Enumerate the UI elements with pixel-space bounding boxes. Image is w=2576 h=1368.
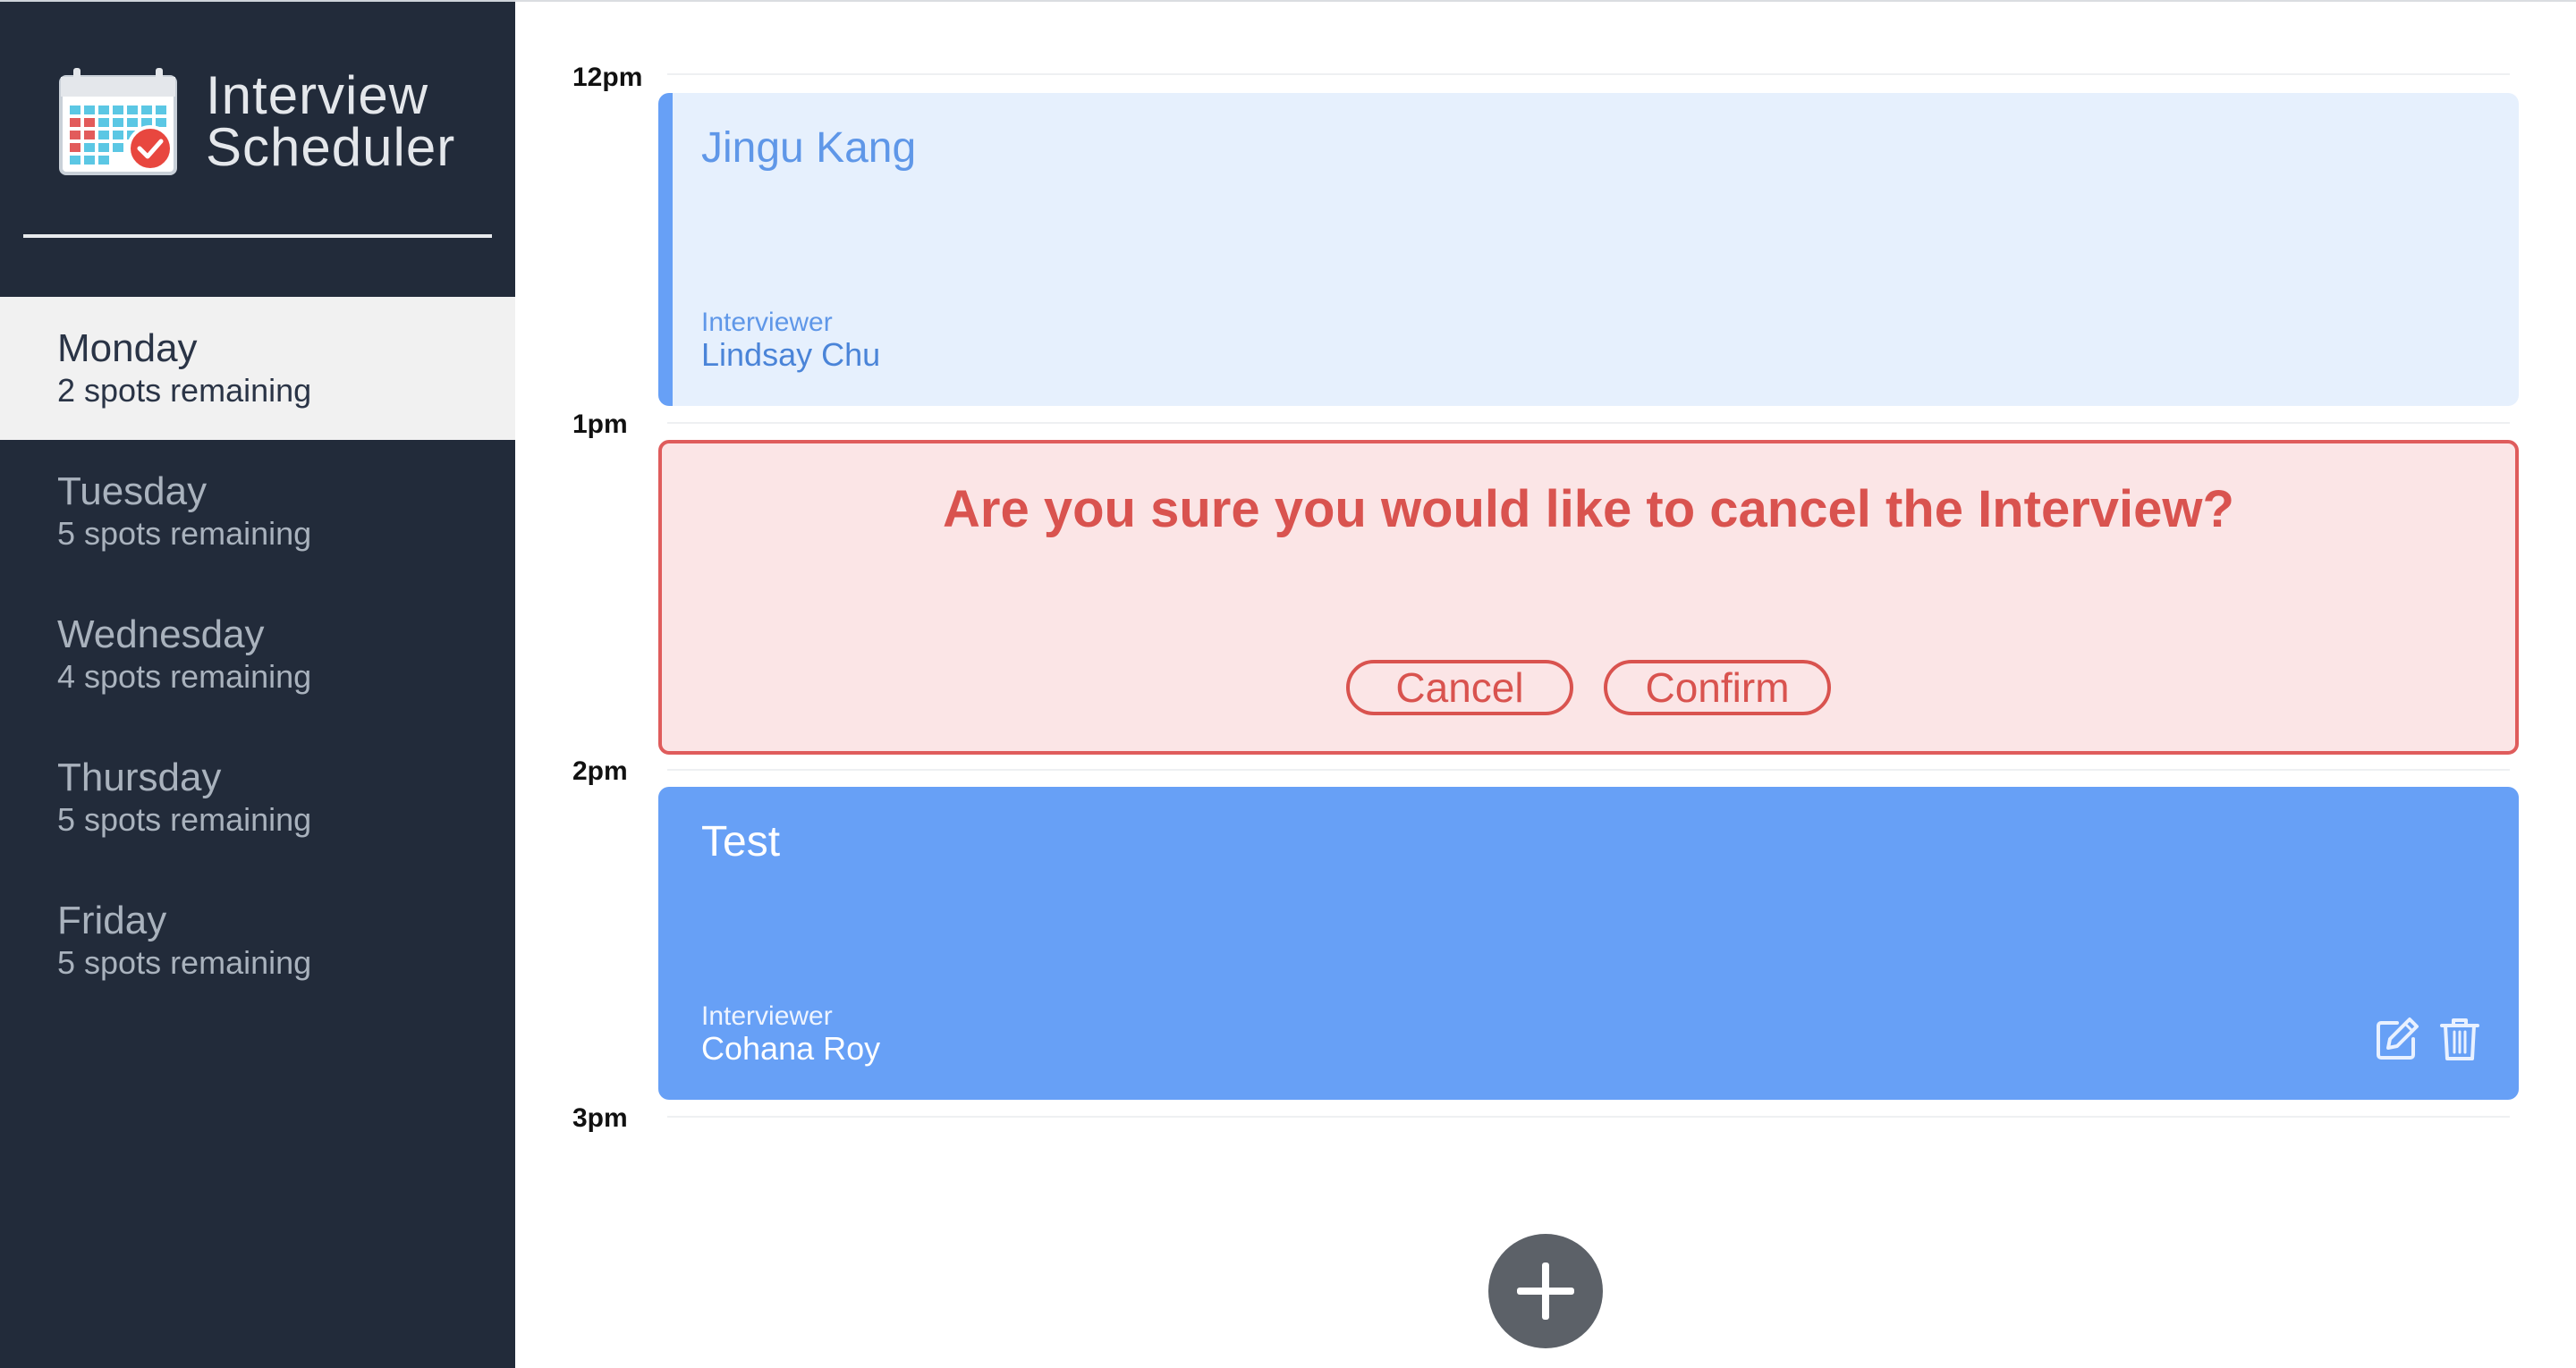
interviewer-label: Interviewer (701, 1001, 833, 1031)
calendar-check-icon (59, 68, 177, 175)
day-item-monday[interactable]: Monday 2 spots remaining (0, 297, 515, 440)
hour-divider (667, 73, 2510, 75)
day-spots: 4 spots remaining (57, 658, 312, 695)
day-name: Monday (57, 326, 198, 370)
student-name: Jingu Kang (701, 124, 917, 172)
appointment-card[interactable]: Test Interviewer Cohana Roy (658, 787, 2519, 1100)
student-name: Test (701, 818, 781, 866)
day-item-friday[interactable]: Friday 5 spots remaining (0, 869, 515, 1012)
trash-icon[interactable] (2436, 1016, 2483, 1062)
confirm-button[interactable]: Confirm (1604, 660, 1831, 715)
hour-label: 2pm (572, 756, 628, 786)
day-spots: 5 spots remaining (57, 944, 312, 981)
day-item-wednesday[interactable]: Wednesday 4 spots remaining (0, 583, 515, 726)
day-spots: 2 spots remaining (57, 372, 312, 409)
cancel-button[interactable]: Cancel (1346, 660, 1573, 715)
cancel-confirmation: Are you sure you would like to cancel th… (658, 440, 2519, 755)
day-name: Friday (57, 899, 167, 942)
app-title-line1: Interview (206, 65, 429, 125)
hour-divider (667, 1116, 2510, 1118)
day-item-tuesday[interactable]: Tuesday 5 spots remaining (0, 440, 515, 583)
hour-divider (667, 422, 2510, 424)
edit-icon[interactable] (2374, 1016, 2420, 1062)
app-title: Interview Scheduler (206, 65, 528, 177)
hour-divider (667, 769, 2510, 771)
sidebar: Interview Scheduler Monday 2 spots remai… (0, 0, 515, 1368)
appointment-card: Jingu Kang Interviewer Lindsay Chu (658, 93, 2519, 406)
day-name: Tuesday (57, 469, 208, 513)
interviewer-name: Lindsay Chu (701, 336, 881, 373)
confirmation-actions: Cancel Confirm (662, 660, 2515, 715)
brand: Interview Scheduler (59, 66, 506, 182)
sidebar-divider (23, 234, 492, 238)
hour-label: 12pm (572, 63, 643, 92)
interviewer-label: Interviewer (701, 308, 833, 337)
appointment-actions (2374, 1016, 2483, 1062)
day-item-thursday[interactable]: Thursday 5 spots remaining (0, 726, 515, 869)
day-name: Wednesday (57, 612, 265, 656)
add-appointment-button[interactable] (1488, 1234, 1603, 1348)
app-title-line2: Scheduler (206, 117, 456, 177)
hour-label: 1pm (572, 410, 628, 439)
day-list: Monday 2 spots remaining Tuesday 5 spots… (0, 297, 515, 1012)
day-name: Thursday (57, 756, 222, 799)
day-spots: 5 spots remaining (57, 515, 312, 552)
confirmation-message: Are you sure you would like to cancel th… (943, 480, 2234, 538)
interviewer-name: Cohana Roy (701, 1030, 881, 1067)
schedule: 12pm Jingu Kang Interviewer Lindsay Chu … (515, 0, 2576, 1368)
hour-label: 3pm (572, 1103, 628, 1133)
day-spots: 5 spots remaining (57, 801, 312, 838)
